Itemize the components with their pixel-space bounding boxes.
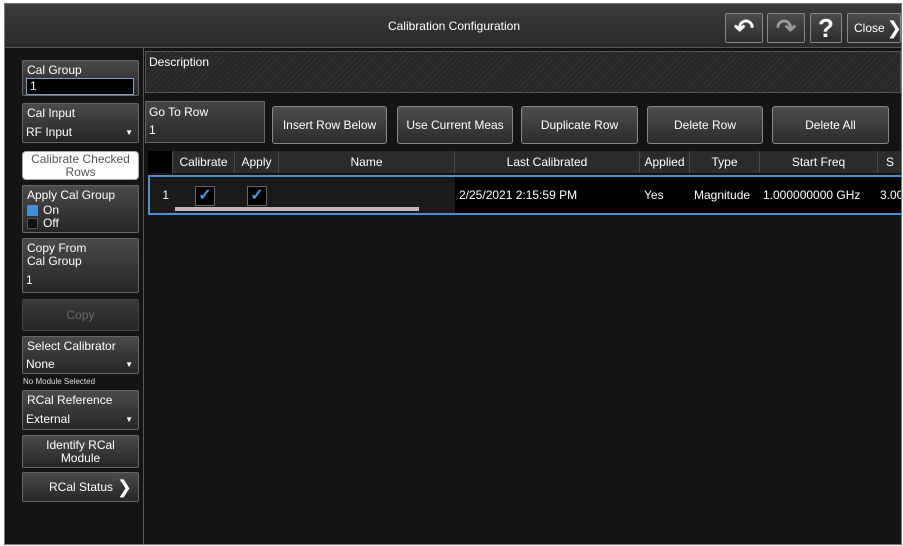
select-calibrator-dropdown[interactable]: Select Calibrator None ▼ bbox=[22, 336, 139, 374]
identify-rcal-module-button[interactable]: Identify RCal Module bbox=[22, 435, 139, 468]
cal-input-value: RF Input bbox=[26, 125, 73, 139]
copy-from-cal-group: Copy From Cal Group 1 bbox=[22, 238, 139, 293]
calibrate-checkbox[interactable]: ✓ bbox=[195, 186, 215, 206]
identify-rcal-line2: Module bbox=[60, 450, 101, 465]
copy-from-label-line2: Cal Group bbox=[27, 254, 82, 268]
main-panel: Description Go To Row 1 Insert Row Below… bbox=[145, 48, 901, 544]
insert-row-below-button[interactable]: Insert Row Below bbox=[272, 106, 387, 144]
sidebar: Cal Group 1 Cal Input RF Input ▼ Calibra… bbox=[5, 48, 144, 544]
description-label: Description bbox=[149, 55, 210, 69]
cal-group-input[interactable]: 1 bbox=[26, 78, 134, 95]
row-index: 1 bbox=[162, 188, 169, 202]
start-freq-cell: 1.000000000 GHz bbox=[760, 177, 878, 213]
header-type[interactable]: Type bbox=[690, 151, 760, 173]
dropdown-arrow-icon: ▼ bbox=[125, 128, 133, 137]
cal-group-control: Cal Group 1 bbox=[22, 60, 139, 96]
description-field[interactable]: Description bbox=[145, 51, 901, 93]
header-start-freq[interactable]: Start Freq bbox=[760, 151, 878, 173]
redo-button[interactable]: ↷ bbox=[767, 13, 805, 43]
rcal-reference-dropdown[interactable]: RCal Reference External ▼ bbox=[22, 390, 139, 430]
apply-cal-group-toggle[interactable]: Apply Cal Group On Off bbox=[22, 185, 139, 233]
redo-icon: ↷ bbox=[775, 14, 797, 42]
undo-button[interactable]: ↶ bbox=[725, 13, 763, 43]
rcal-status-label: RCal Status bbox=[49, 480, 114, 494]
calibrate-checked-rows-button[interactable]: Calibrate Checked Rows bbox=[22, 151, 139, 180]
apply-cal-group-label: Apply Cal Group bbox=[27, 188, 116, 202]
cal-group-label: Cal Group bbox=[27, 63, 82, 77]
go-to-row-field[interactable]: Go To Row 1 bbox=[145, 101, 265, 143]
undo-icon: ↶ bbox=[733, 14, 755, 42]
type-cell: Magnitude bbox=[690, 177, 760, 213]
identify-rcal-line1: Identify RCal bbox=[46, 437, 115, 452]
toggle-on-label: On bbox=[43, 203, 60, 217]
select-calibrator-value: None bbox=[26, 357, 55, 371]
delete-row-button[interactable]: Delete Row bbox=[647, 106, 763, 144]
go-to-row-label: Go To Row bbox=[149, 105, 209, 119]
apply-checkbox[interactable]: ✓ bbox=[247, 186, 267, 206]
rcal-reference-label: RCal Reference bbox=[27, 393, 113, 407]
toggle-off-label: Off bbox=[43, 216, 59, 230]
title-bar: Calibration Configuration ↶ ↷ ? Close ❯ bbox=[5, 4, 901, 48]
applied-cell: Yes bbox=[640, 177, 690, 213]
help-button[interactable]: ? bbox=[810, 13, 842, 43]
header-stop-freq[interactable]: S bbox=[878, 151, 901, 173]
close-button[interactable]: Close ❯ bbox=[847, 13, 901, 43]
header-name[interactable]: Name bbox=[279, 151, 455, 173]
calibrate-checked-line2: Rows bbox=[65, 165, 96, 179]
dropdown-arrow-icon: ▼ bbox=[125, 360, 133, 369]
header-last-calibrated[interactable]: Last Calibrated bbox=[455, 151, 640, 173]
header-apply[interactable]: Apply bbox=[235, 151, 279, 173]
header-corner bbox=[148, 151, 173, 173]
last-calibrated-cell: 2/25/2021 2:15:59 PM bbox=[455, 177, 640, 213]
toggle-off-indicator bbox=[27, 217, 38, 229]
rcal-status-button[interactable]: RCal Status ❯ bbox=[22, 472, 139, 502]
copy-from-input[interactable]: 1 bbox=[26, 273, 33, 287]
table-row[interactable]: 1 ✓ ✓ 2/25/2021 2:15:59 PM Yes Magnitude… bbox=[148, 175, 901, 215]
toggle-off-option: Off bbox=[27, 216, 59, 230]
select-calibrator-label: Select Calibrator bbox=[27, 339, 116, 353]
cal-input-label: Cal Input bbox=[27, 106, 76, 120]
stop-freq-cell: 3.00 bbox=[878, 177, 901, 213]
help-icon: ? bbox=[818, 12, 834, 43]
calibration-window: Calibration Configuration ↶ ↷ ? Close ❯ … bbox=[4, 3, 902, 545]
table-header: Calibrate Apply Name Last Calibrated App… bbox=[148, 151, 901, 173]
dropdown-arrow-icon: ▼ bbox=[125, 415, 133, 424]
no-module-text: No Module Selected bbox=[23, 377, 96, 386]
cal-input-dropdown[interactable]: Cal Input RF Input ▼ bbox=[22, 103, 139, 143]
toggle-on-indicator bbox=[27, 204, 38, 216]
delete-all-button[interactable]: Delete All bbox=[772, 106, 889, 144]
toggle-on-option: On bbox=[27, 203, 60, 217]
close-label: Close bbox=[854, 21, 885, 35]
header-calibrate[interactable]: Calibrate bbox=[173, 151, 235, 173]
chevron-right-icon: ❯ bbox=[886, 17, 902, 38]
rcal-reference-value: External bbox=[26, 412, 71, 426]
copy-button[interactable]: Copy bbox=[22, 299, 139, 331]
chevron-right-icon: ❯ bbox=[116, 476, 132, 497]
horizontal-scrollbar[interactable] bbox=[175, 207, 419, 211]
header-applied[interactable]: Applied bbox=[640, 151, 690, 173]
use-current-meas-button[interactable]: Use Current Meas bbox=[397, 106, 513, 144]
duplicate-row-button[interactable]: Duplicate Row bbox=[521, 106, 638, 144]
go-to-row-value: 1 bbox=[149, 123, 156, 137]
